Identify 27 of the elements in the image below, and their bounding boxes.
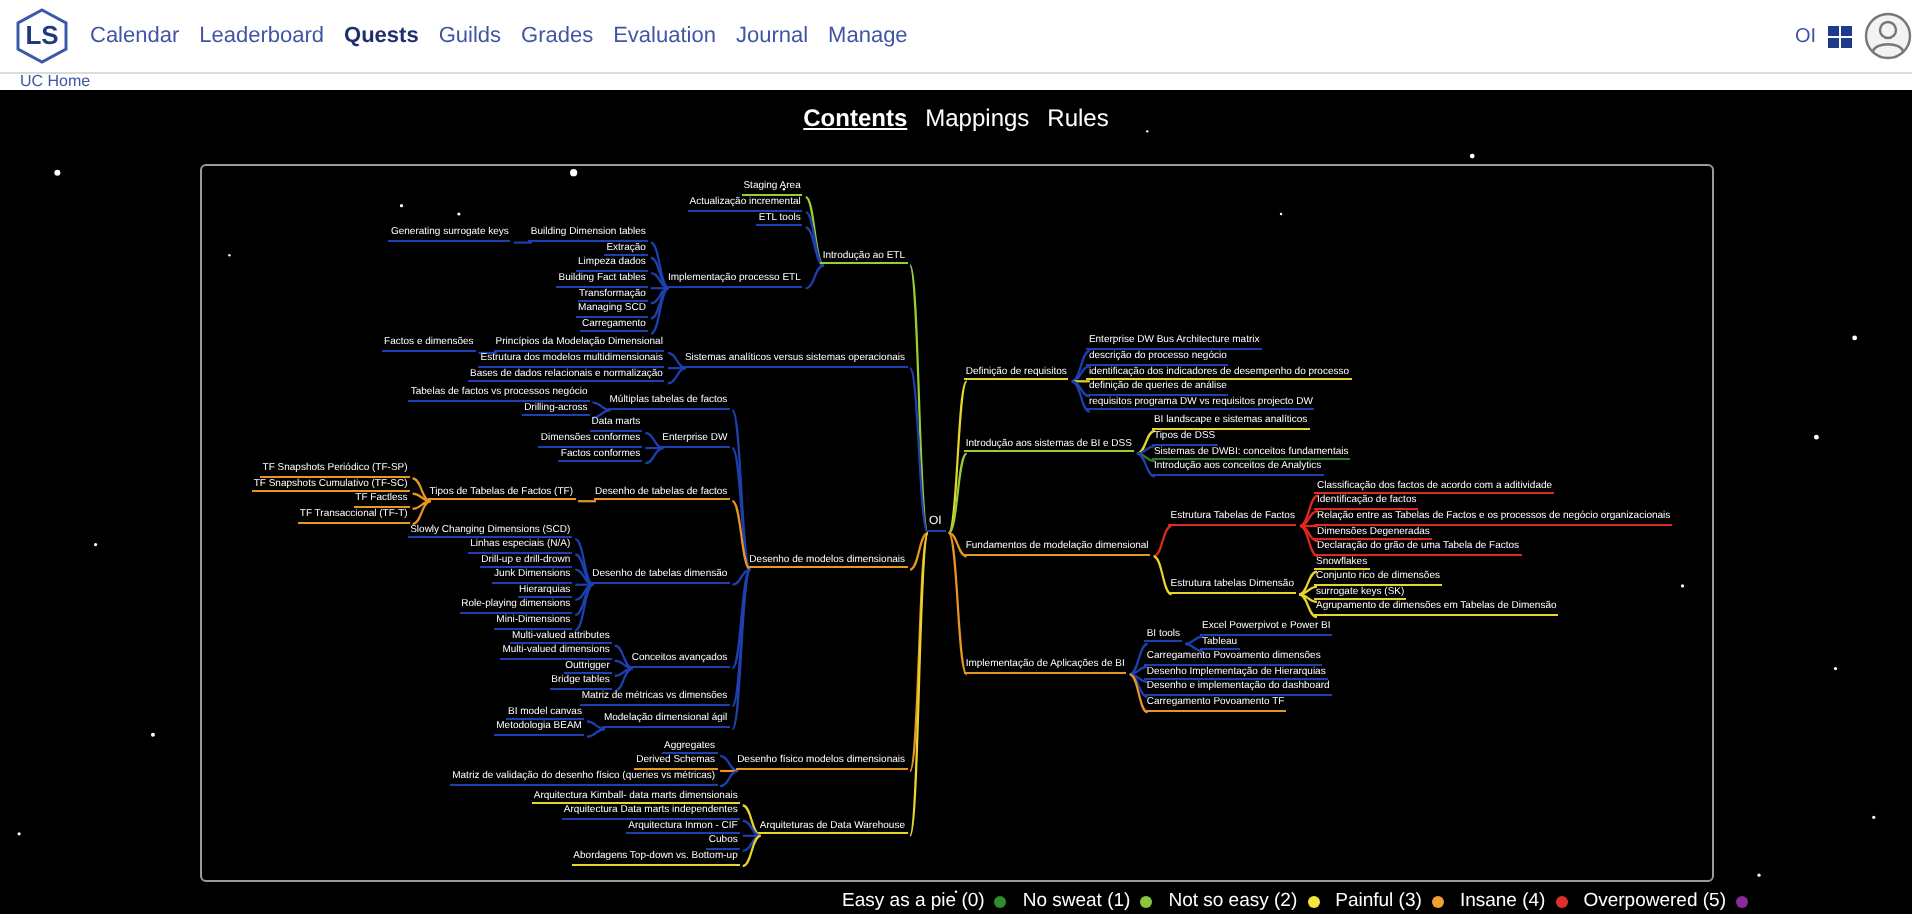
legend-label: No sweat (1) bbox=[1022, 888, 1131, 914]
legend-label: Easy as a pie (0) bbox=[842, 888, 985, 914]
nav-link[interactable]: Grades bbox=[521, 19, 594, 53]
connector-line bbox=[1152, 555, 1172, 596]
nav-link[interactable]: Guilds bbox=[438, 19, 502, 53]
legend-label: Painful (3) bbox=[1335, 888, 1422, 914]
avatar-icon[interactable] bbox=[1864, 12, 1912, 60]
user-initials[interactable]: OI bbox=[1794, 21, 1816, 51]
nav-link[interactable]: Journal bbox=[735, 19, 809, 53]
tab[interactable]: Rules bbox=[1047, 100, 1109, 134]
legend-label: Insane (4) bbox=[1459, 888, 1546, 914]
logo[interactable]: LS bbox=[16, 8, 68, 64]
nav-link[interactable]: Leaderboard bbox=[199, 19, 325, 53]
connector-line bbox=[512, 241, 531, 244]
nav-link[interactable]: Manage bbox=[828, 19, 908, 53]
legend-label: Not so easy (2) bbox=[1168, 888, 1298, 914]
connector-line bbox=[1152, 525, 1171, 558]
grid-icon[interactable] bbox=[1828, 25, 1852, 47]
tab[interactable]: Mappings bbox=[925, 100, 1030, 134]
breadcrumb-link[interactable]: UC Home bbox=[20, 74, 91, 90]
nav-link[interactable]: Calendar bbox=[90, 19, 180, 53]
legend-label: Overpowered (5) bbox=[1583, 888, 1726, 914]
connector-line bbox=[477, 351, 496, 355]
connector-line bbox=[577, 500, 595, 503]
nav-link[interactable]: Quests bbox=[344, 19, 419, 53]
nav-link[interactable]: Evaluation bbox=[613, 19, 716, 53]
tab[interactable]: Contents bbox=[803, 100, 908, 134]
